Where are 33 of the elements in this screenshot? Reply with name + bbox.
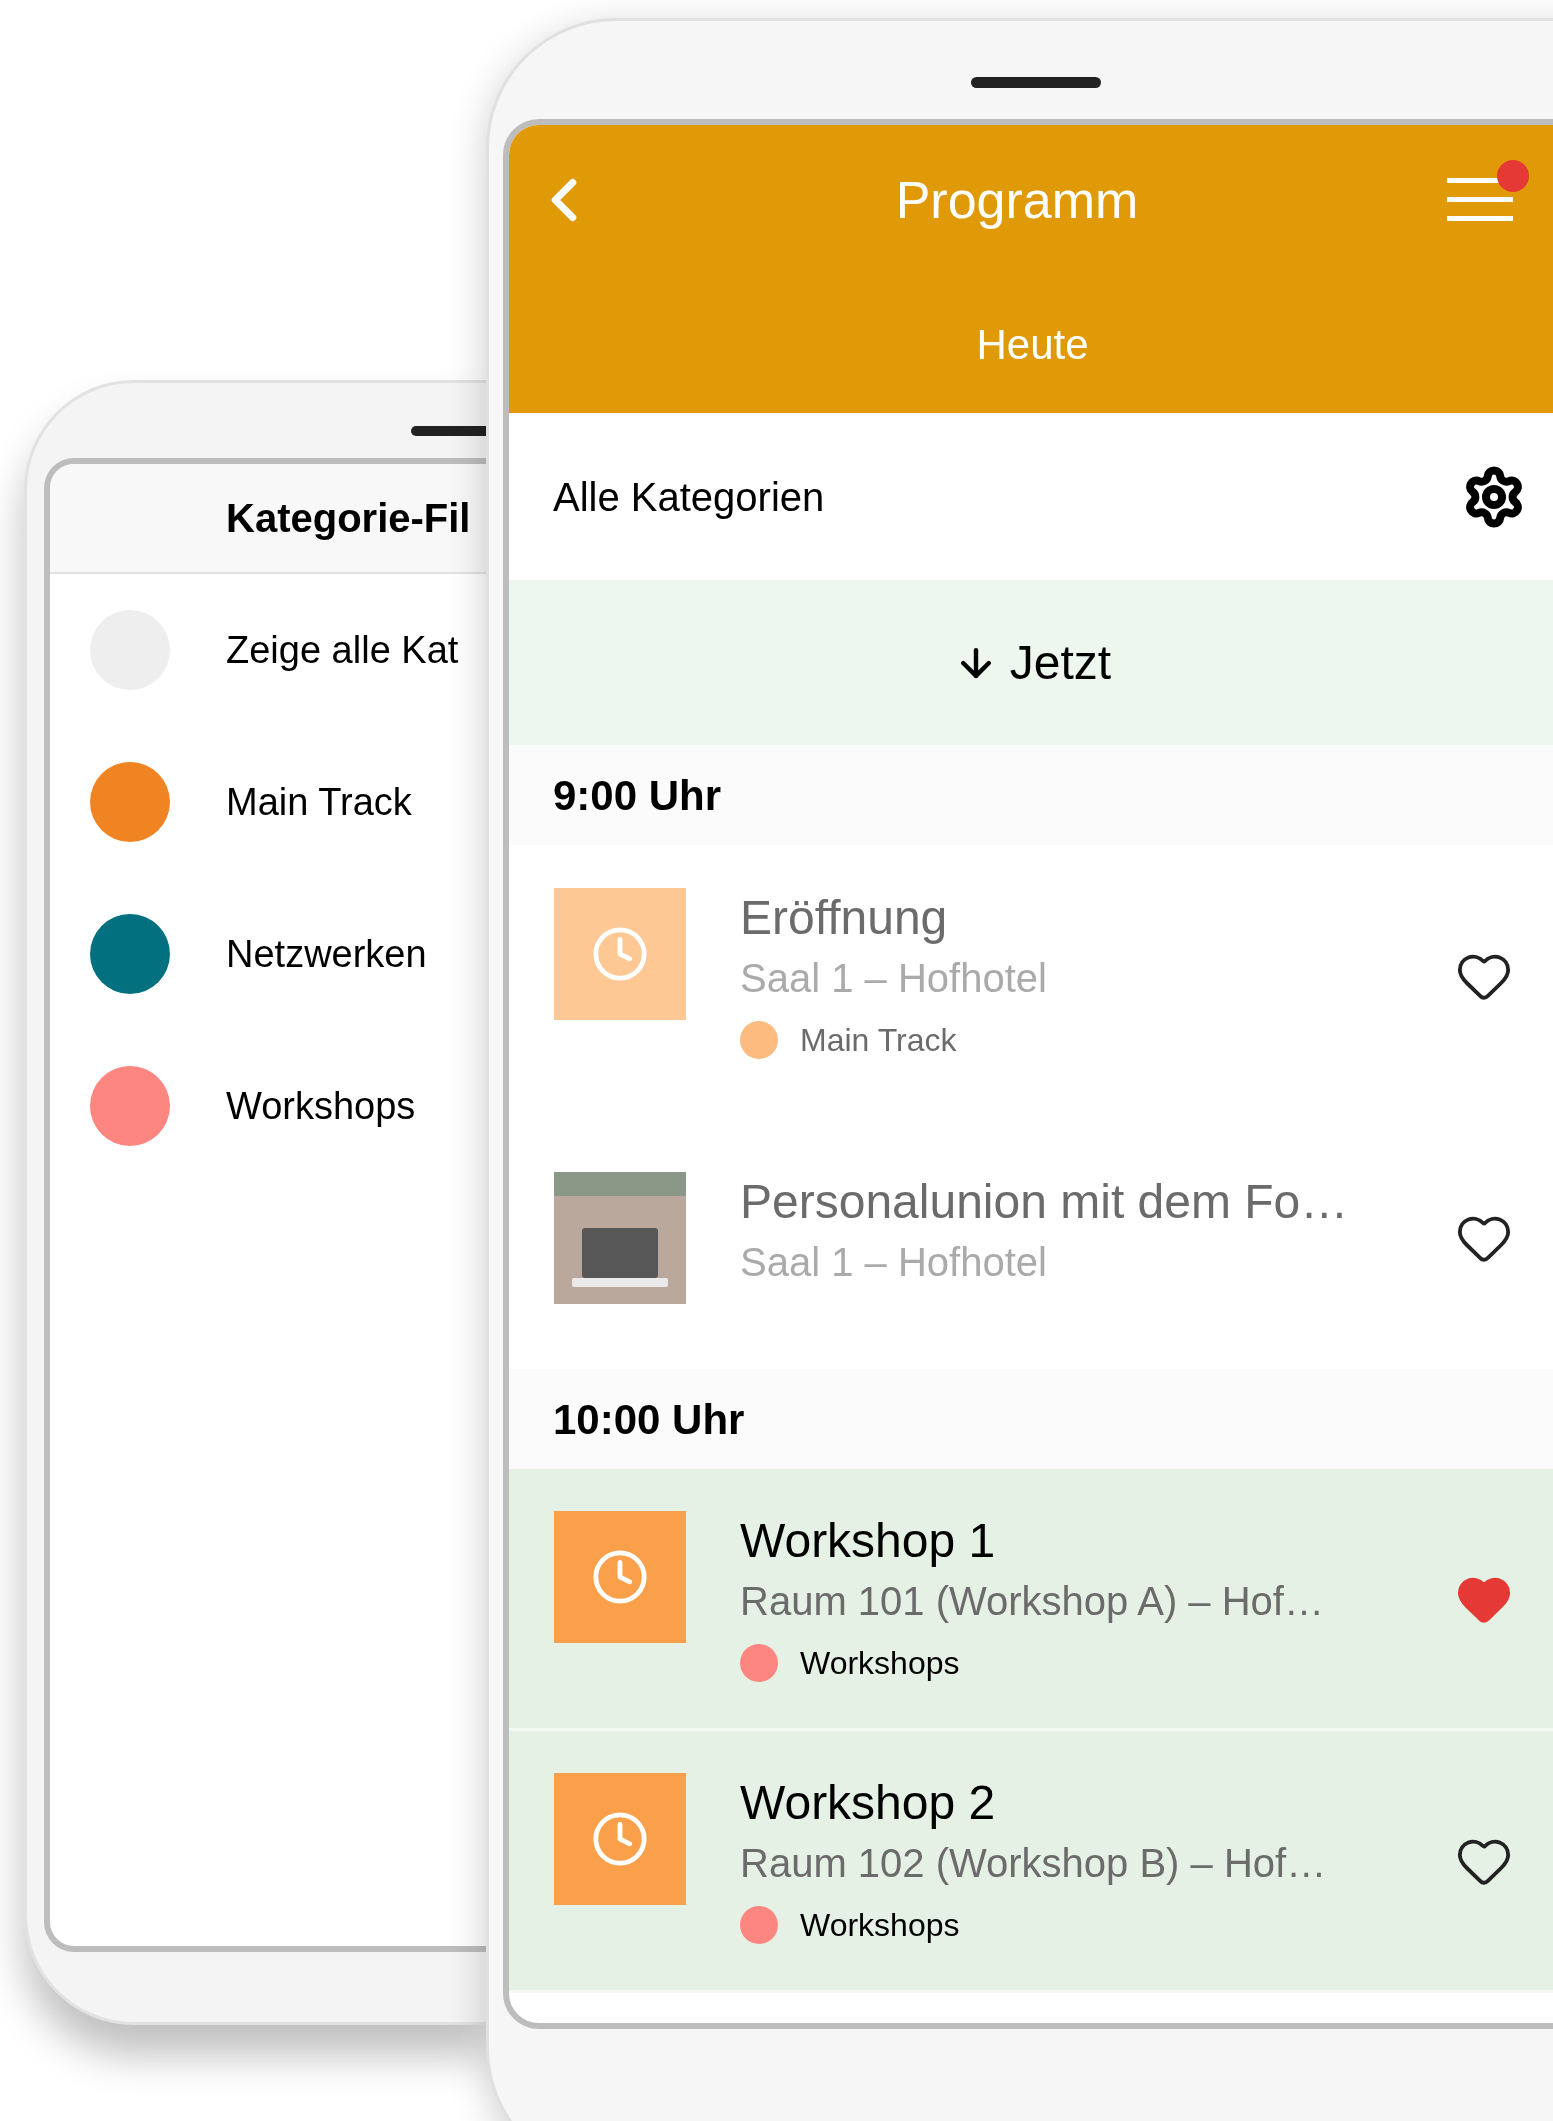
clock-icon xyxy=(591,925,649,983)
screen-title: Programm xyxy=(894,170,1140,231)
session-room: Saal 1 – Hofhotel xyxy=(740,1239,1048,1286)
clock-icon xyxy=(591,1809,649,1868)
screen-title: Kategorie-Fil xyxy=(226,495,471,542)
category-label: Zeige alle Kat xyxy=(226,627,459,673)
category-label: Workshops xyxy=(800,1643,960,1683)
session-room: Saal 1 – Hofhotel xyxy=(740,955,1048,1002)
menu-icon xyxy=(1447,176,1513,224)
session-title: Workshop 2 xyxy=(740,1774,997,1831)
session-title: Workshop 1 xyxy=(740,1512,997,1569)
session-row[interactable]: Workshop 2 Raum 102 (Workshop B) – Hof… Workshops xyxy=(509,1731,1553,1993)
category-item[interactable]: Netzwerken xyxy=(50,878,486,1030)
day-label: Heute xyxy=(976,319,1089,370)
session-title: Eröffnung xyxy=(740,890,949,946)
category-label: Main Track xyxy=(226,779,412,825)
category-label: Main Track xyxy=(800,1021,957,1060)
time-heading: 9:00 Uhr xyxy=(553,770,722,821)
time-heading: 10:00 Uhr xyxy=(553,1394,745,1445)
now-button[interactable]: Jetzt xyxy=(509,580,1553,745)
category-item[interactable]: Main Track xyxy=(50,726,486,878)
category-item[interactable]: Zeige alle Kat xyxy=(50,574,486,726)
laptop-icon xyxy=(570,1226,670,1290)
category-label: Netzwerken xyxy=(226,931,427,977)
filter-label: Alle Kategorien xyxy=(553,473,826,521)
session-title: Personalunion mit dem Fo… xyxy=(740,1174,1350,1230)
clock-icon xyxy=(591,1547,649,1606)
session-row[interactable]: Workshop 1 Raum 101 (Workshop A) – Hof… Workshops xyxy=(509,1469,1553,1731)
session-room: Raum 101 (Workshop A) – Hof… xyxy=(740,1577,1325,1625)
category-label: Workshops xyxy=(226,1083,416,1129)
category-label: Workshops xyxy=(800,1905,960,1945)
session-room: Raum 102 (Workshop B) – Hof… xyxy=(740,1839,1328,1887)
category-item[interactable]: Workshops xyxy=(50,1030,486,1182)
